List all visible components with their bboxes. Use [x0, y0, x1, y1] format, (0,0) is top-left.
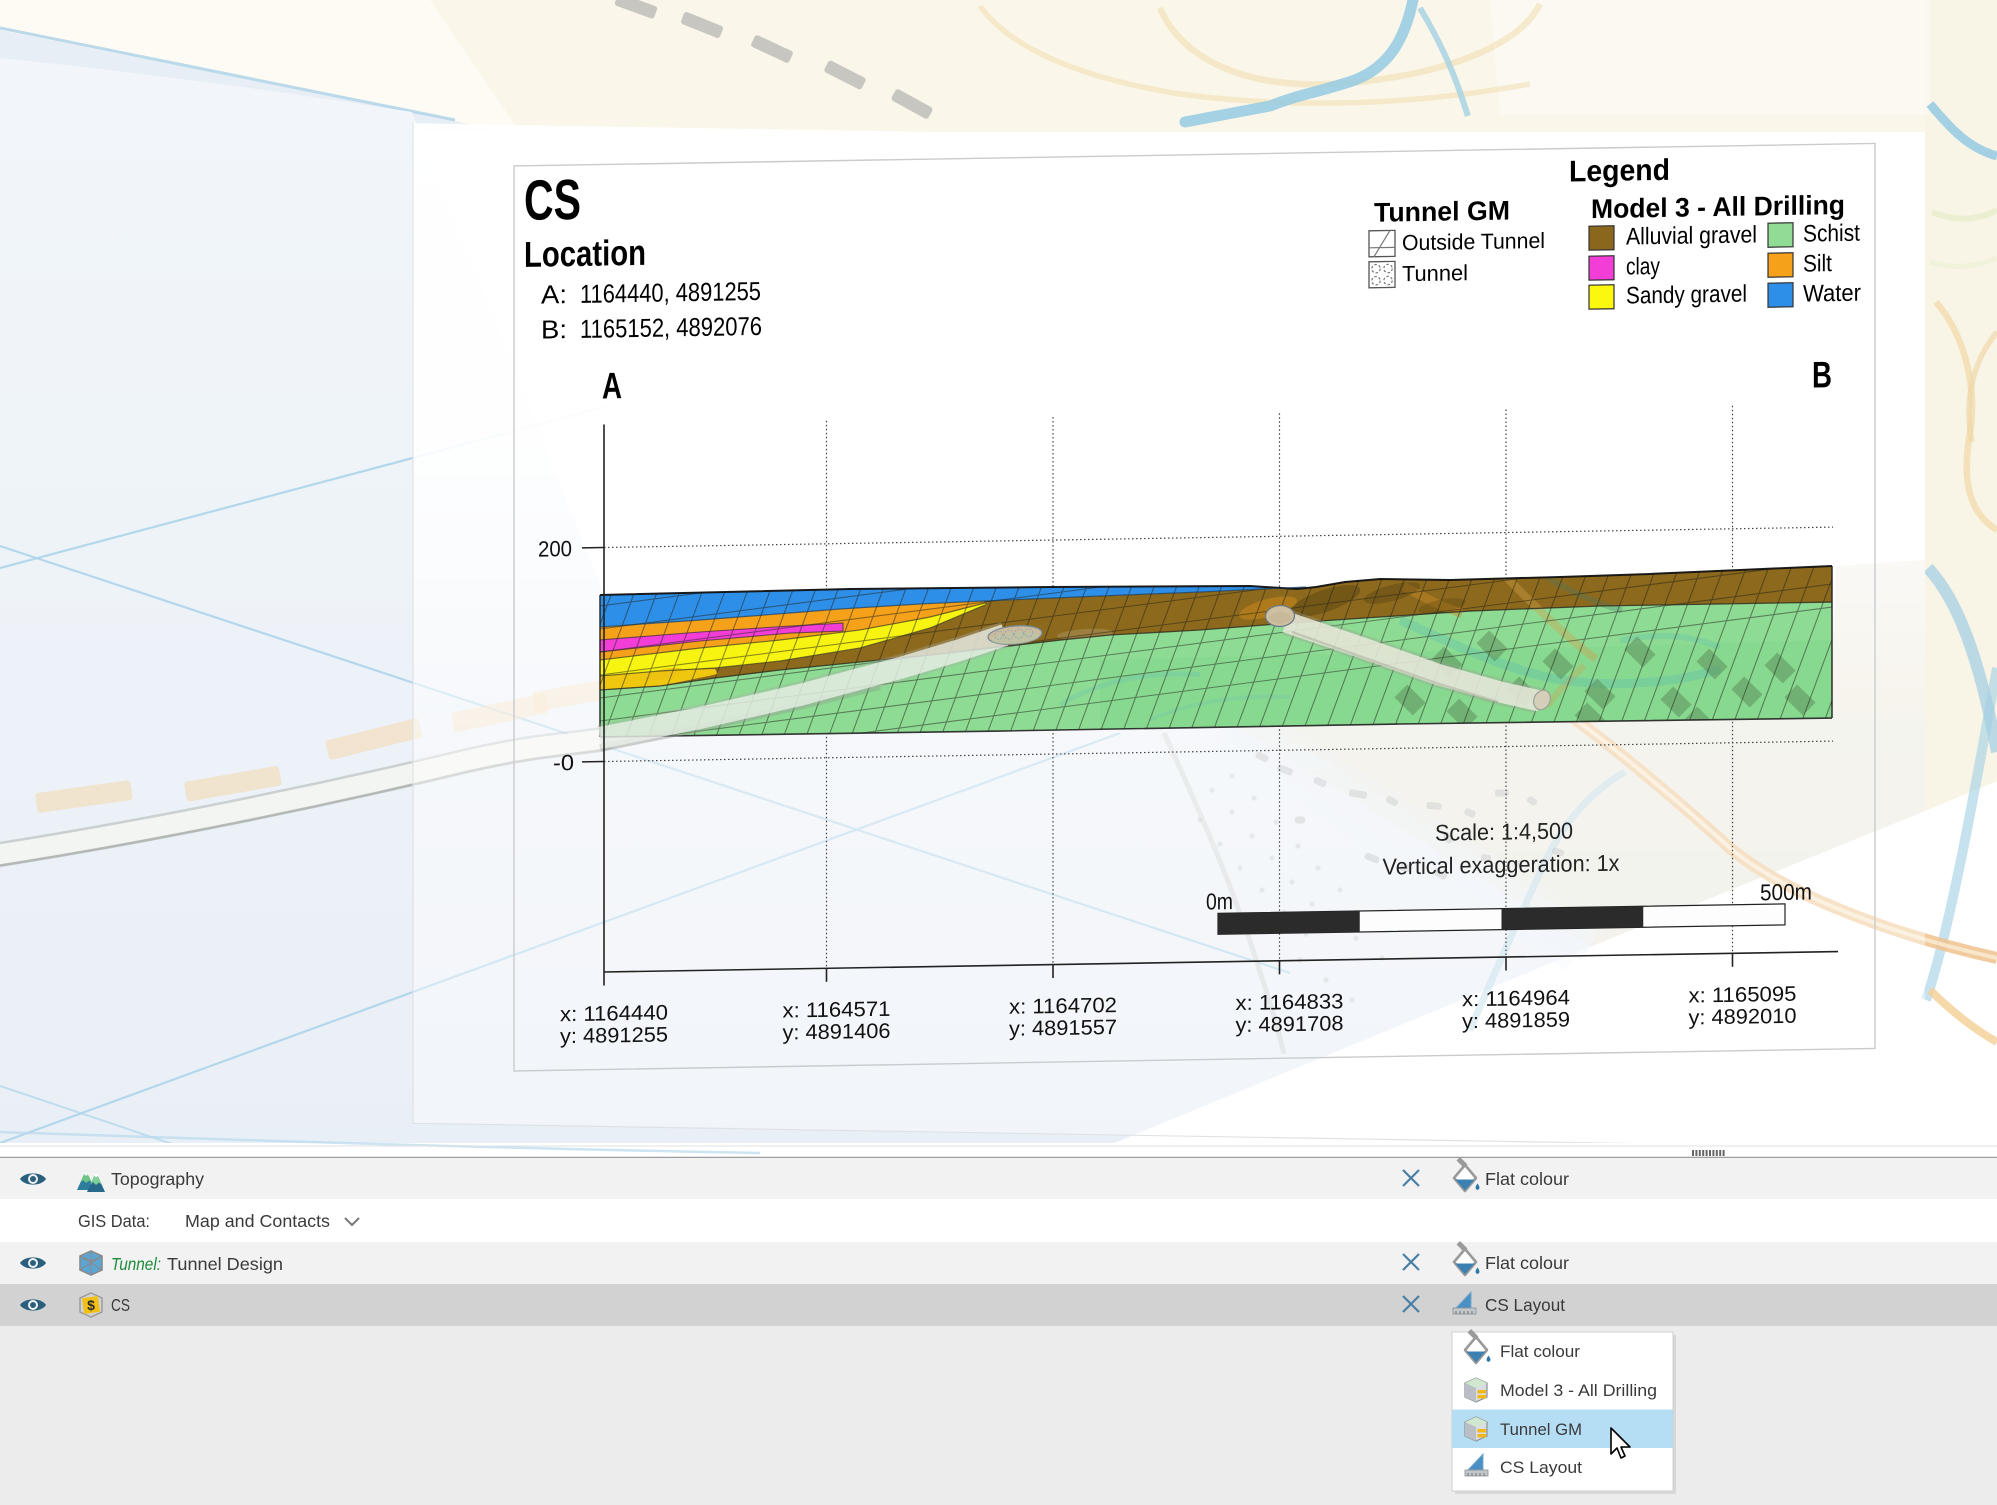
svg-text:clay: clay — [1626, 253, 1660, 281]
svg-text:Topography: Topography — [111, 1169, 204, 1189]
svg-text:Tunnel:: Tunnel: — [111, 1254, 161, 1274]
svg-text:Schist: Schist — [1803, 220, 1860, 248]
svg-text:A: A — [602, 365, 622, 406]
svg-text:x: 1164833: x: 1164833 — [1236, 990, 1344, 1015]
svg-text:B:: B: — [541, 314, 567, 344]
svg-text:x: 1164571: x: 1164571 — [783, 998, 891, 1023]
svg-text:x: 1164964: x: 1164964 — [1462, 986, 1570, 1011]
svg-text:y: 4891859: y: 4891859 — [1462, 1008, 1570, 1033]
svg-text:500m: 500m — [1760, 878, 1812, 905]
svg-text:-0: -0 — [553, 750, 574, 775]
svg-text:Sandy gravel: Sandy gravel — [1626, 281, 1747, 310]
svg-text:1164440, 4891255: 1164440, 4891255 — [580, 276, 761, 309]
svg-text:y: 4891255: y: 4891255 — [560, 1023, 668, 1048]
svg-text:1165152, 4892076: 1165152, 4892076 — [580, 311, 762, 344]
svg-text:Scale: 1:4,500: Scale: 1:4,500 — [1435, 817, 1573, 845]
svg-text:200: 200 — [538, 536, 572, 562]
svg-text:Tunnel Design: Tunnel Design — [167, 1254, 283, 1274]
svg-text:A:: A: — [541, 279, 567, 309]
svg-text:CS: CS — [111, 1295, 130, 1315]
svg-text:Flat colour: Flat colour — [1485, 1253, 1569, 1273]
svg-text:x: 1165095: x: 1165095 — [1689, 983, 1797, 1008]
svg-text:y: 4891557: y: 4891557 — [1009, 1016, 1117, 1041]
svg-text:Flat colour: Flat colour — [1500, 1342, 1580, 1361]
svg-text:$: $ — [87, 1297, 95, 1313]
svg-text:Map and Contacts: Map and Contacts — [185, 1211, 330, 1231]
svg-text:y: 4891708: y: 4891708 — [1236, 1012, 1344, 1037]
svg-text:Outside Tunnel: Outside Tunnel — [1402, 228, 1545, 255]
svg-text:0m: 0m — [1206, 888, 1233, 914]
svg-text:Flat colour: Flat colour — [1485, 1169, 1569, 1189]
svg-text:Legend: Legend — [1569, 154, 1670, 189]
svg-text:x: 1164702: x: 1164702 — [1009, 994, 1117, 1019]
svg-text:y: 4891406: y: 4891406 — [783, 1020, 891, 1045]
svg-text:Location: Location — [524, 232, 646, 275]
svg-text:Water: Water — [1803, 280, 1861, 308]
svg-text:CS: CS — [524, 168, 581, 233]
svg-text:Tunnel GM: Tunnel GM — [1500, 1420, 1582, 1439]
svg-text:Model 3 - All Drilling: Model 3 - All Drilling — [1500, 1381, 1657, 1400]
svg-text:y: 4892010: y: 4892010 — [1689, 1005, 1797, 1030]
svg-text:GIS Data:: GIS Data: — [78, 1211, 150, 1231]
svg-text:Alluvial gravel: Alluvial gravel — [1626, 221, 1757, 250]
svg-text:Tunnel GM: Tunnel GM — [1374, 195, 1510, 227]
svg-text:B: B — [1812, 354, 1832, 395]
svg-text:CS Layout: CS Layout — [1485, 1295, 1565, 1315]
svg-text:Vertical exaggeration: 1x: Vertical exaggeration: 1x — [1383, 850, 1620, 880]
svg-text:Model 3 - All Drilling: Model 3 - All Drilling — [1591, 190, 1845, 224]
svg-text:Silt: Silt — [1803, 250, 1832, 277]
svg-text:Tunnel: Tunnel — [1402, 260, 1468, 286]
svg-text:CS Layout: CS Layout — [1500, 1458, 1582, 1477]
svg-text:x: 1164440: x: 1164440 — [560, 1001, 668, 1026]
